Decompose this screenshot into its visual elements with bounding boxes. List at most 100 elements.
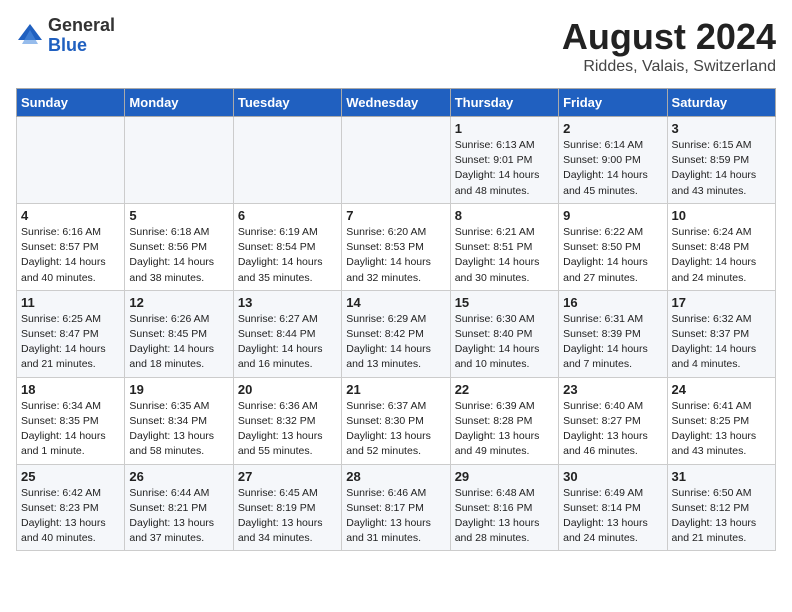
calendar-cell: 6Sunrise: 6:19 AM Sunset: 8:54 PM Daylig…	[233, 203, 341, 290]
day-number: 19	[129, 382, 228, 397]
day-info: Sunrise: 6:32 AM Sunset: 8:37 PM Dayligh…	[672, 312, 771, 373]
day-header-monday: Monday	[125, 89, 233, 117]
day-number: 28	[346, 469, 445, 484]
day-info: Sunrise: 6:49 AM Sunset: 8:14 PM Dayligh…	[563, 486, 662, 547]
day-info: Sunrise: 6:27 AM Sunset: 8:44 PM Dayligh…	[238, 312, 337, 373]
calendar-cell: 23Sunrise: 6:40 AM Sunset: 8:27 PM Dayli…	[559, 377, 667, 464]
day-info: Sunrise: 6:26 AM Sunset: 8:45 PM Dayligh…	[129, 312, 228, 373]
logo-icon	[16, 22, 44, 50]
subtitle: Riddes, Valais, Switzerland	[562, 58, 776, 76]
calendar-cell: 14Sunrise: 6:29 AM Sunset: 8:42 PM Dayli…	[342, 290, 450, 377]
day-info: Sunrise: 6:15 AM Sunset: 8:59 PM Dayligh…	[672, 138, 771, 199]
main-title: August 2024	[562, 16, 776, 58]
day-header-thursday: Thursday	[450, 89, 558, 117]
day-info: Sunrise: 6:18 AM Sunset: 8:56 PM Dayligh…	[129, 225, 228, 286]
day-number: 12	[129, 295, 228, 310]
calendar-cell: 30Sunrise: 6:49 AM Sunset: 8:14 PM Dayli…	[559, 464, 667, 551]
calendar-cell: 19 Sunrise: 6:35 AM Sunset: 8:34 PM Dayli…	[125, 377, 233, 464]
calendar-cell: 21 Sunrise: 6:37 AM Sunset: 8:30 PM Dayli…	[342, 377, 450, 464]
day-number: 25	[21, 469, 120, 484]
day-number: 10	[672, 208, 771, 223]
logo-general-text: General	[48, 16, 115, 36]
day-info: Sunrise: 6:36 AM Sunset: 8:32 PM Dayligh…	[238, 399, 337, 460]
calendar-cell: 22Sunrise: 6:39 AM Sunset: 8:28 PM Dayli…	[450, 377, 558, 464]
calendar-cell: 1 Sunrise: 6:13 AM Sunset: 9:01 PM Daylig…	[450, 117, 558, 204]
week-row-2: 4Sunrise: 6:16 AM Sunset: 8:57 PM Daylig…	[17, 203, 776, 290]
calendar-cell: 27Sunrise: 6:45 AM Sunset: 8:19 PM Dayli…	[233, 464, 341, 551]
day-info: Sunrise: 6:41 AM Sunset: 8:25 PM Dayligh…	[672, 399, 771, 460]
calendar-cell: 20 Sunrise: 6:36 AM Sunset: 8:32 PM Dayli…	[233, 377, 341, 464]
week-row-5: 25 Sunrise: 6:42 AM Sunset: 8:23 PM Dayli…	[17, 464, 776, 551]
calendar-cell: 25 Sunrise: 6:42 AM Sunset: 8:23 PM Dayli…	[17, 464, 125, 551]
day-info: Sunrise: 6:39 AM Sunset: 8:28 PM Dayligh…	[455, 399, 554, 460]
calendar-body: 1 Sunrise: 6:13 AM Sunset: 9:01 PM Daylig…	[17, 117, 776, 551]
day-info: Sunrise: 6:44 AM Sunset: 8:21 PM Dayligh…	[129, 486, 228, 547]
calendar-cell: 13 Sunrise: 6:27 AM Sunset: 8:44 PM Dayli…	[233, 290, 341, 377]
day-number: 21	[346, 382, 445, 397]
day-number: 13	[238, 295, 337, 310]
day-number: 9	[563, 208, 662, 223]
day-number: 3	[672, 121, 771, 136]
day-number: 7	[346, 208, 445, 223]
calendar-cell: 12 Sunrise: 6:26 AM Sunset: 8:45 PM Dayli…	[125, 290, 233, 377]
week-row-4: 18Sunrise: 6:34 AM Sunset: 8:35 PM Dayli…	[17, 377, 776, 464]
calendar-cell	[233, 117, 341, 204]
calendar-cell: 9 Sunrise: 6:22 AM Sunset: 8:50 PM Daylig…	[559, 203, 667, 290]
day-number: 1	[455, 121, 554, 136]
day-header-friday: Friday	[559, 89, 667, 117]
day-header-tuesday: Tuesday	[233, 89, 341, 117]
calendar-cell: 3 Sunrise: 6:15 AM Sunset: 8:59 PM Daylig…	[667, 117, 775, 204]
day-number: 26	[129, 469, 228, 484]
day-info: Sunrise: 6:31 AM Sunset: 8:39 PM Dayligh…	[563, 312, 662, 373]
calendar-cell: 24 Sunrise: 6:41 AM Sunset: 8:25 PM Dayli…	[667, 377, 775, 464]
calendar-cell: 10Sunrise: 6:24 AM Sunset: 8:48 PM Dayli…	[667, 203, 775, 290]
calendar-cell	[17, 117, 125, 204]
day-number: 15	[455, 295, 554, 310]
calendar-cell: 29Sunrise: 6:48 AM Sunset: 8:16 PM Dayli…	[450, 464, 558, 551]
day-info: Sunrise: 6:42 AM Sunset: 8:23 PM Dayligh…	[21, 486, 120, 547]
calendar-cell	[342, 117, 450, 204]
day-info: Sunrise: 6:22 AM Sunset: 8:50 PM Dayligh…	[563, 225, 662, 286]
calendar-cell: 28 Sunrise: 6:46 AM Sunset: 8:17 PM Dayli…	[342, 464, 450, 551]
day-info: Sunrise: 6:25 AM Sunset: 8:47 PM Dayligh…	[21, 312, 120, 373]
day-info: Sunrise: 6:34 AM Sunset: 8:35 PM Dayligh…	[21, 399, 120, 460]
week-row-3: 11Sunrise: 6:25 AM Sunset: 8:47 PM Dayli…	[17, 290, 776, 377]
day-info: Sunrise: 6:21 AM Sunset: 8:51 PM Dayligh…	[455, 225, 554, 286]
calendar-cell: 15 Sunrise: 6:30 AM Sunset: 8:40 PM Dayli…	[450, 290, 558, 377]
calendar-cell	[125, 117, 233, 204]
calendar-cell: 7 Sunrise: 6:20 AM Sunset: 8:53 PM Daylig…	[342, 203, 450, 290]
day-header-saturday: Saturday	[667, 89, 775, 117]
day-number: 24	[672, 382, 771, 397]
day-number: 2	[563, 121, 662, 136]
day-info: Sunrise: 6:30 AM Sunset: 8:40 PM Dayligh…	[455, 312, 554, 373]
day-number: 5	[129, 208, 228, 223]
calendar-cell: 18Sunrise: 6:34 AM Sunset: 8:35 PM Dayli…	[17, 377, 125, 464]
calendar-cell: 31Sunrise: 6:50 AM Sunset: 8:12 PM Dayli…	[667, 464, 775, 551]
day-info: Sunrise: 6:13 AM Sunset: 9:01 PM Dayligh…	[455, 138, 554, 199]
day-number: 8	[455, 208, 554, 223]
day-info: Sunrise: 6:37 AM Sunset: 8:30 PM Dayligh…	[346, 399, 445, 460]
calendar-cell: 17 Sunrise: 6:32 AM Sunset: 8:37 PM Dayli…	[667, 290, 775, 377]
day-info: Sunrise: 6:16 AM Sunset: 8:57 PM Dayligh…	[21, 225, 120, 286]
day-header-wednesday: Wednesday	[342, 89, 450, 117]
day-number: 20	[238, 382, 337, 397]
day-info: Sunrise: 6:45 AM Sunset: 8:19 PM Dayligh…	[238, 486, 337, 547]
day-info: Sunrise: 6:20 AM Sunset: 8:53 PM Dayligh…	[346, 225, 445, 286]
day-info: Sunrise: 6:29 AM Sunset: 8:42 PM Dayligh…	[346, 312, 445, 373]
logo: General Blue	[16, 16, 115, 56]
day-info: Sunrise: 6:35 AM Sunset: 8:34 PM Dayligh…	[129, 399, 228, 460]
day-number: 23	[563, 382, 662, 397]
day-header-sunday: Sunday	[17, 89, 125, 117]
day-number: 31	[672, 469, 771, 484]
calendar-cell: 2Sunrise: 6:14 AM Sunset: 9:00 PM Daylig…	[559, 117, 667, 204]
calendar-cell: 16 Sunrise: 6:31 AM Sunset: 8:39 PM Dayli…	[559, 290, 667, 377]
calendar-cell: 11Sunrise: 6:25 AM Sunset: 8:47 PM Dayli…	[17, 290, 125, 377]
day-info: Sunrise: 6:19 AM Sunset: 8:54 PM Dayligh…	[238, 225, 337, 286]
header: General Blue August 2024 Riddes, Valais,…	[16, 16, 776, 76]
title-area: August 2024 Riddes, Valais, Switzerland	[562, 16, 776, 76]
day-info: Sunrise: 6:48 AM Sunset: 8:16 PM Dayligh…	[455, 486, 554, 547]
day-number: 16	[563, 295, 662, 310]
day-number: 17	[672, 295, 771, 310]
calendar-cell: 4Sunrise: 6:16 AM Sunset: 8:57 PM Daylig…	[17, 203, 125, 290]
day-info: Sunrise: 6:46 AM Sunset: 8:17 PM Dayligh…	[346, 486, 445, 547]
